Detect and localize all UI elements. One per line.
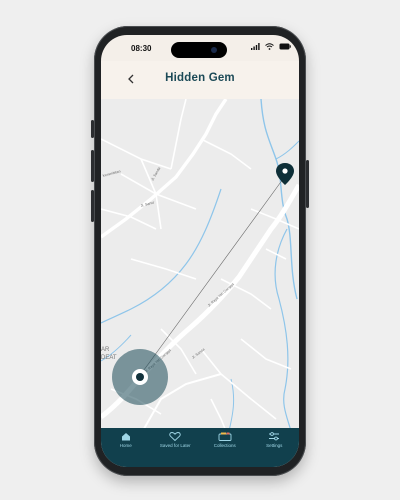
map-view[interactable]: Jl. Raya Yeh Gangga Jl. Raya Yeh Gangga … (101, 98, 299, 435)
nav-settings-label: Settings (266, 443, 283, 448)
map-canvas[interactable]: Jl. Raya Yeh Gangga Jl. Raya Yeh Gangga … (101, 98, 299, 435)
nav-home-label: Home (119, 443, 132, 448)
volume-up-button (91, 150, 94, 182)
nav-saved[interactable]: Saved for Later (152, 432, 198, 448)
header: Hidden Gem (101, 61, 299, 99)
dynamic-island (171, 42, 227, 58)
phone-screen: 08:30 Hidden Gem Jl. Raya Yeh Gangga Gan… (101, 35, 299, 467)
page-title: Hidden Gem (165, 72, 235, 84)
heart-icon (169, 432, 181, 441)
volume-down-button (91, 190, 94, 222)
status-time: 08:30 (131, 44, 152, 53)
collections-icon (218, 432, 232, 441)
home-icon (121, 433, 130, 441)
signal-icon (251, 43, 260, 50)
mute-switch (91, 120, 94, 138)
nav-collections-label: Collections (213, 443, 236, 448)
current-location-dot[interactable] (136, 373, 144, 381)
status-bar: 08:30 (101, 35, 299, 61)
nav-saved-label: Saved for Later (159, 443, 191, 448)
battery-icon (279, 43, 291, 50)
nav-settings[interactable]: Settings (251, 432, 297, 448)
place-label-2: DEAT (101, 355, 117, 361)
settings-icon (269, 432, 280, 441)
bottom-nav: Home Saved for Later Collections Setting… (101, 428, 299, 467)
nav-collections[interactable]: Collections (202, 432, 248, 448)
wifi-icon (265, 43, 274, 50)
power-button (306, 160, 309, 208)
place-label-1: AR (101, 347, 110, 353)
nav-home[interactable]: Home (103, 432, 149, 448)
status-icons (251, 43, 291, 50)
